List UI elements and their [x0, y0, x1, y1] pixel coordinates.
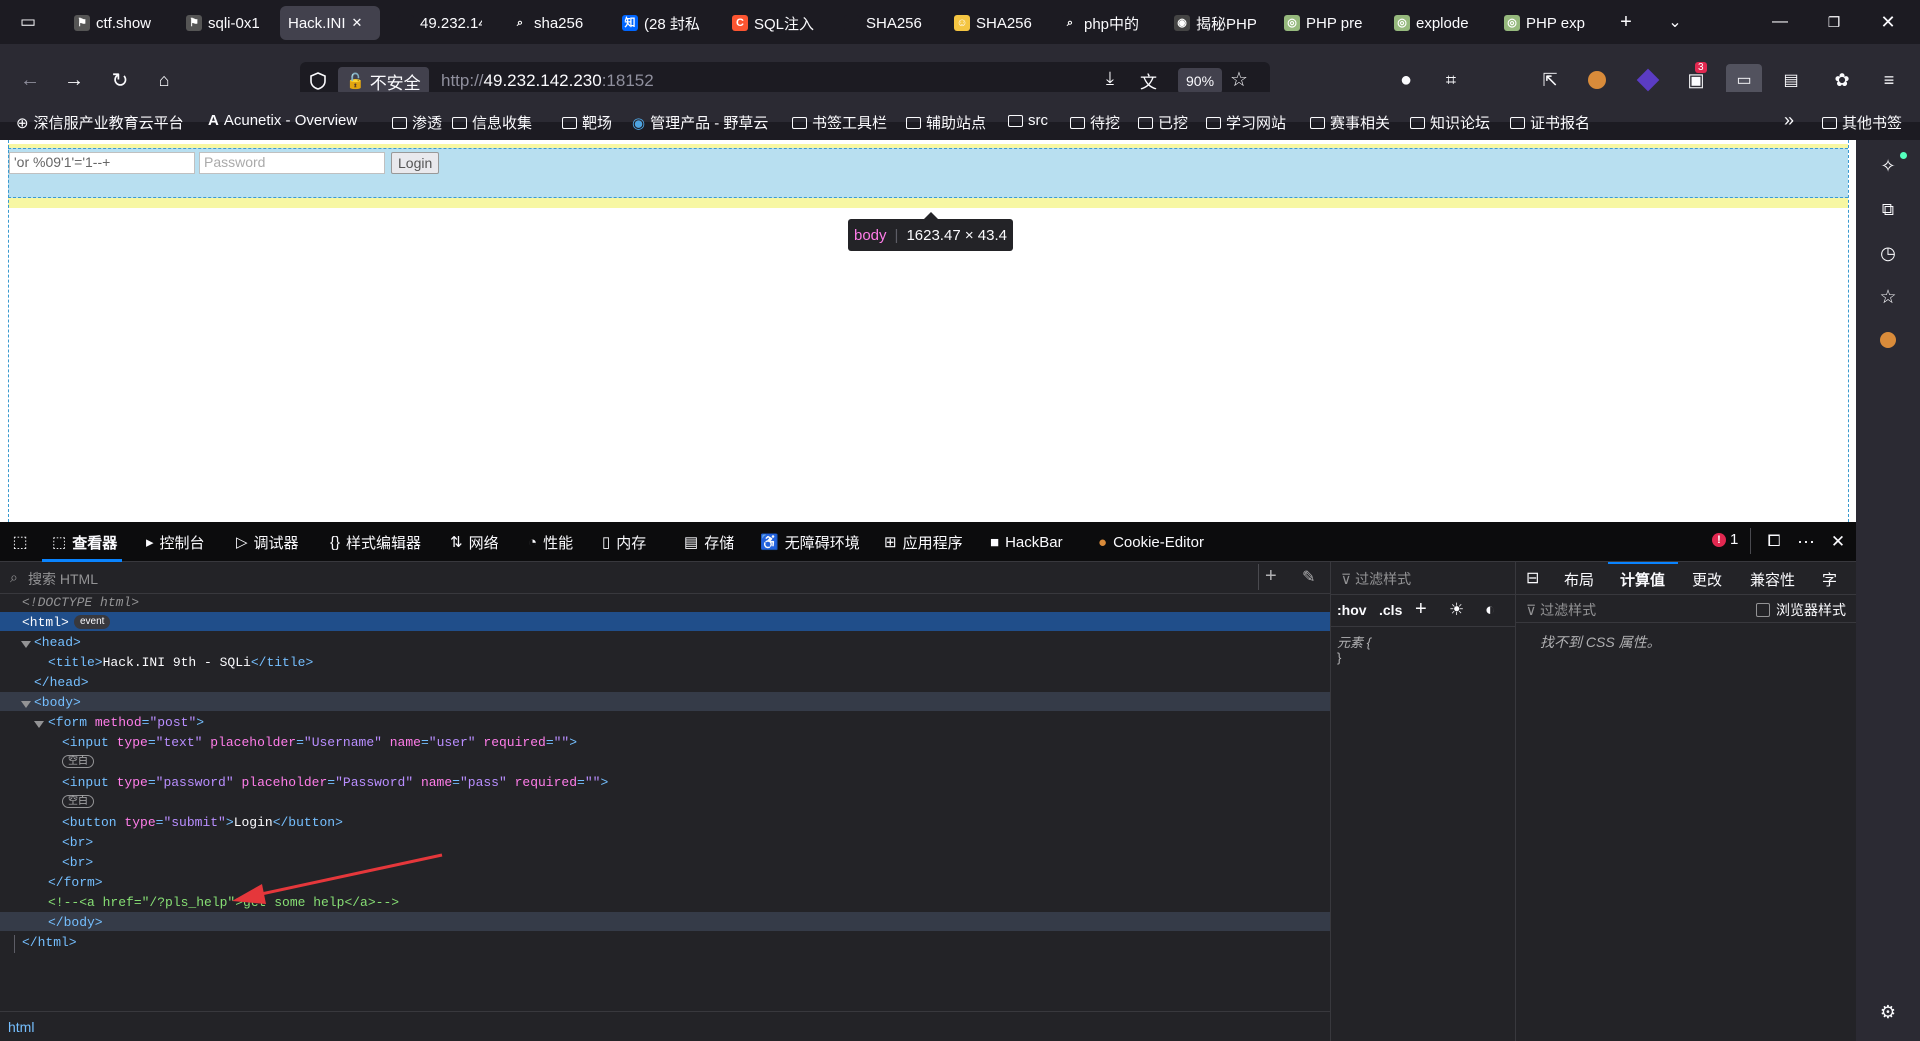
breadcrumb[interactable]: html — [8, 1019, 34, 1035]
browser-styles-label: 浏览器样式 — [1776, 602, 1846, 618]
computed-filter-input[interactable]: ⊽ 过滤样式 — [1526, 600, 1596, 620]
no-css-message: 找不到 CSS 属性。 — [1540, 634, 1661, 650]
sidebar-tab[interactable]: 更改 — [1692, 569, 1722, 590]
class-toggle[interactable]: .cls — [1379, 602, 1402, 618]
filter-styles-input[interactable]: ⊽ 过滤样式 — [1341, 569, 1411, 589]
toggle-sidebar-icon[interactable]: ⊟ — [1526, 568, 1539, 588]
computed-pane: ⊟ 布局 计算值 更改 兼容性 字 ⊽ 过滤样式 浏览器样式 找不到 CSS 属性。 — [1516, 562, 1856, 1041]
sidebar-tab[interactable]: 兼容性 — [1750, 569, 1795, 590]
dark-mode-icon[interactable]: ◐ — [1485, 600, 1495, 620]
browser-styles-checkbox[interactable]: 浏览器样式 — [1756, 600, 1846, 620]
sidebar-tab[interactable]: 布局 — [1564, 569, 1594, 590]
hover-states-toggle[interactable]: :hov — [1337, 602, 1367, 618]
element-rule[interactable]: 元素 { — [1337, 632, 1371, 651]
breadcrumb-bar: html — [0, 1011, 1330, 1041]
sidebar-tab[interactable]: 计算值 — [1620, 569, 1665, 590]
sidebar-tab[interactable]: 字 — [1822, 569, 1837, 590]
active-right-tab-indicator — [1608, 562, 1678, 564]
add-rule-icon[interactable]: + — [1415, 598, 1427, 621]
light-mode-icon[interactable]: ☀ — [1449, 600, 1464, 620]
rules-pane: ⊽ 过滤样式 :hov .cls + ☀ ◐ 元素 { } — [1331, 562, 1515, 1041]
element-rule-close: } — [1337, 650, 1342, 665]
